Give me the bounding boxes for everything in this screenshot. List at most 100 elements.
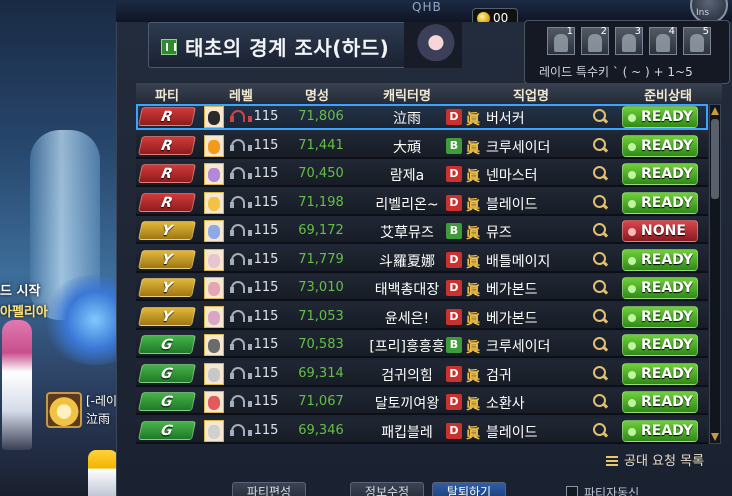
fame-value: 71,067	[298, 394, 344, 409]
headset-icon[interactable]	[230, 252, 252, 266]
scroll-down-arrow-icon[interactable]	[711, 433, 719, 441]
hotkey-slot-2[interactable]: 2	[581, 26, 609, 55]
status-dot-icon	[628, 228, 636, 236]
character-face-icon	[208, 310, 220, 325]
hotkey-slot-1[interactable]: 1	[547, 26, 575, 55]
character-face-icon	[208, 111, 220, 125]
headset-muted-icon[interactable]	[230, 110, 252, 123]
awakening-tag: 眞	[466, 425, 480, 442]
level-value: 115	[253, 194, 279, 210]
grade-badge: B	[446, 137, 462, 154]
info-edit-button[interactable]: 정보수정	[350, 482, 424, 496]
party-member-row[interactable]: R 115 70,450 람제a D 眞 넨마스터 READY	[136, 161, 708, 187]
job-name: 버서커	[486, 111, 525, 127]
party-edit-button[interactable]: 파티편성	[232, 482, 306, 496]
scroll-thumb[interactable]	[711, 119, 719, 199]
character-portrait	[204, 362, 224, 385]
job-name: 배틀메이지	[486, 253, 551, 270]
character-name: 태백총대장	[374, 282, 440, 298]
inspect-magnifier-icon[interactable]	[593, 166, 607, 180]
character-face-icon	[208, 396, 220, 410]
headset-icon[interactable]	[230, 366, 252, 380]
character-face-icon	[208, 139, 220, 154]
ready-status-badge: READY	[622, 305, 698, 328]
party-member-row[interactable]: G 115 69,346 패킵블레 D 眞 블레이드 READY	[136, 417, 708, 444]
ready-status-text: READY	[641, 394, 693, 410]
ready-status-text: NONE	[641, 223, 686, 239]
server-label: QHB	[412, 0, 442, 14]
character-face-icon	[208, 196, 220, 211]
character-portrait	[204, 163, 224, 185]
party-member-row[interactable]: R 115 71,441 大頑 B 眞 크루세이더 READY	[136, 132, 708, 159]
character-portrait	[204, 191, 224, 214]
headset-icon[interactable]	[230, 195, 252, 209]
party-member-row[interactable]: Y 115 69,172 艾草뮤즈 B 眞 뮤즈 NONE	[136, 218, 708, 244]
character-face-icon	[208, 367, 220, 382]
ready-status-badge: READY	[622, 248, 698, 271]
party-badge: Y	[137, 278, 197, 297]
grade-badge: B	[446, 223, 462, 239]
status-dot-icon	[628, 313, 636, 322]
inspect-magnifier-icon[interactable]	[593, 280, 607, 294]
job-name: 베가본드	[486, 282, 538, 298]
character-name: 大頑	[393, 139, 421, 156]
headset-icon[interactable]	[230, 395, 252, 408]
list-scrollbar[interactable]	[709, 104, 721, 444]
character-face-icon	[208, 253, 220, 268]
headset-icon[interactable]	[230, 138, 252, 152]
inspect-magnifier-icon[interactable]	[593, 223, 607, 237]
inspect-magnifier-icon[interactable]	[593, 365, 607, 380]
hotkey-slot-4[interactable]: 4	[649, 26, 677, 55]
hotkey-number: 3	[634, 26, 641, 37]
raid-request-list-button[interactable]: 공대 요청 목록	[606, 450, 704, 469]
character-portrait	[204, 106, 224, 128]
inspect-magnifier-icon[interactable]	[593, 194, 607, 209]
party-badge: Y	[137, 249, 197, 269]
auto-party-label: 파티자동신	[584, 486, 640, 496]
awakening-tag: 眞	[466, 169, 480, 185]
party-badge: Y	[137, 221, 197, 240]
fame-value: 71,806	[298, 109, 344, 124]
leave-button[interactable]: 탈퇴하기	[432, 482, 506, 496]
grade-badge: D	[446, 365, 462, 382]
hotkey-slot-3[interactable]: 3	[615, 26, 643, 55]
inspect-magnifier-icon[interactable]	[593, 422, 607, 437]
party-member-row[interactable]: G 115 69,314 검귀의힘 D 眞 검귀 READY	[136, 360, 708, 387]
inspect-magnifier-icon[interactable]	[593, 337, 607, 351]
inspect-magnifier-icon[interactable]	[593, 251, 607, 266]
party-member-row[interactable]: R 115 71,198 리벨리온~ D 眞 블레이드 READY	[136, 189, 708, 216]
party-member-row[interactable]: Y 115 71,053 윤세은! D 眞 베가본드 READY	[136, 303, 708, 330]
party-member-row[interactable]: G 115 70,583 [프리]흥흥흥 B 眞 크루세이더 READY	[136, 332, 708, 358]
awakening-tag: 眞	[466, 226, 480, 242]
headset-icon[interactable]	[230, 423, 252, 437]
inspect-magnifier-icon[interactable]	[593, 109, 607, 123]
level-value: 115	[253, 337, 279, 352]
ins-label: Ins	[696, 8, 710, 18]
hotkey-slot-5[interactable]: 5	[683, 26, 711, 55]
job-name: 소환사	[486, 396, 525, 412]
headset-icon[interactable]	[230, 167, 252, 180]
awakening-tag: 眞	[466, 254, 480, 271]
auto-party-checkbox[interactable]	[566, 486, 578, 496]
inspect-magnifier-icon[interactable]	[593, 394, 607, 408]
character-face-icon	[208, 225, 220, 239]
party-member-row[interactable]: G 115 71,067 달토끼여왕 D 眞 소환사 READY	[136, 389, 708, 415]
grade-badge: D	[446, 422, 462, 439]
headset-icon[interactable]	[230, 281, 252, 294]
party-member-row[interactable]: R 115 71,806 泣雨 D 眞 버서커 READY	[136, 104, 708, 130]
party-member-row[interactable]: Y 115 71,779 斗羅夏娜 D 眞 배틀메이지 READY	[136, 246, 708, 273]
party-member-row[interactable]: Y 115 73,010 태백총대장 D 眞 베가본드 READY	[136, 275, 708, 301]
scroll-up-arrow-icon[interactable]	[711, 107, 719, 115]
level-value: 115	[253, 251, 279, 267]
inspect-magnifier-icon[interactable]	[593, 137, 607, 152]
character-portrait	[204, 305, 224, 328]
headset-icon[interactable]	[230, 338, 252, 351]
status-dot-icon	[628, 199, 636, 208]
fame-value: 69,314	[298, 365, 344, 381]
headset-icon[interactable]	[230, 309, 252, 323]
headset-icon[interactable]	[230, 224, 252, 237]
character-portrait	[204, 277, 224, 299]
header-fame: 명성	[305, 89, 329, 104]
ready-status-text: READY	[641, 109, 693, 125]
inspect-magnifier-icon[interactable]	[593, 308, 607, 323]
